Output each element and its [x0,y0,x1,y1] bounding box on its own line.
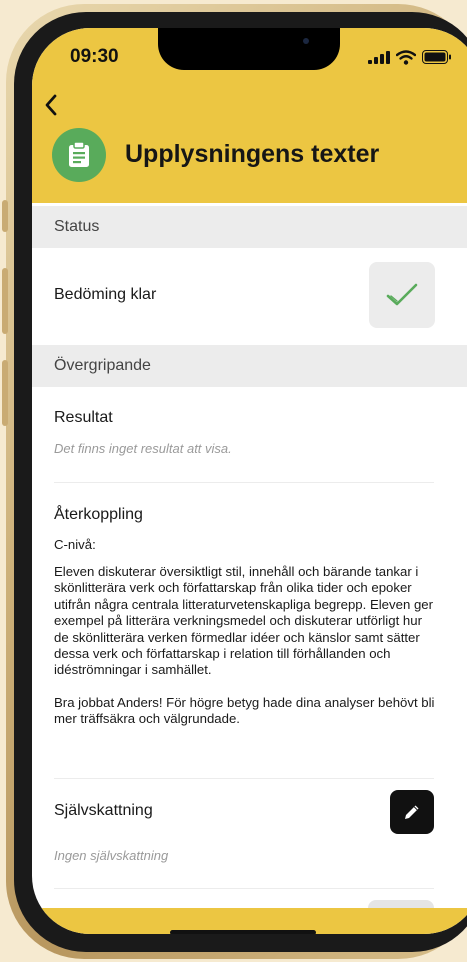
page-title: Upplysningens texter [125,140,380,168]
pencil-icon [405,805,419,819]
checkmark-icon [386,283,418,306]
notch [158,28,340,70]
status-icons [368,48,452,66]
volume-up-button [2,268,8,334]
volume-down-button [2,360,8,426]
result-empty-text: Det finns inget resultat att visa. [54,441,232,456]
front-camera [303,38,309,44]
self-assessment-empty-text: Ingen självskattning [54,848,169,863]
divider [54,888,434,889]
battery-icon [422,50,451,64]
divider [54,482,434,483]
mute-switch [2,200,8,232]
feedback-paragraph: Bra jobbat Anders! För högre betyg hade … [54,694,435,727]
assessment-complete-button[interactable] [369,262,435,328]
wifi-icon [396,49,416,65]
feedback-label: Återkoppling [54,506,143,523]
app-screen: 09:30 Upplysningens texter Status Bedömi… [32,28,467,934]
signal-icon [368,51,390,64]
edit-self-assessment-button[interactable] [390,790,434,834]
self-assessment-label: Självskattning [54,802,153,819]
status-time: 09:30 [70,46,119,67]
back-button[interactable] [38,90,68,120]
assignment-avatar [52,128,106,182]
home-indicator[interactable] [170,930,316,934]
feedback-level: C-nivå: [54,537,96,552]
divider [54,778,434,779]
section-header-overall: Övergripande [32,345,467,387]
assessment-status-label: Bedöming klar [54,286,157,303]
clipboard-icon [69,142,89,167]
section-header-status: Status [32,206,467,248]
chevron-left-icon [45,94,57,116]
result-label: Resultat [54,409,113,426]
feedback-paragraph: Eleven diskuterar översiktligt stil, inn… [54,564,434,678]
feedback-text: Eleven diskuterar översiktligt stil, inn… [54,564,439,744]
